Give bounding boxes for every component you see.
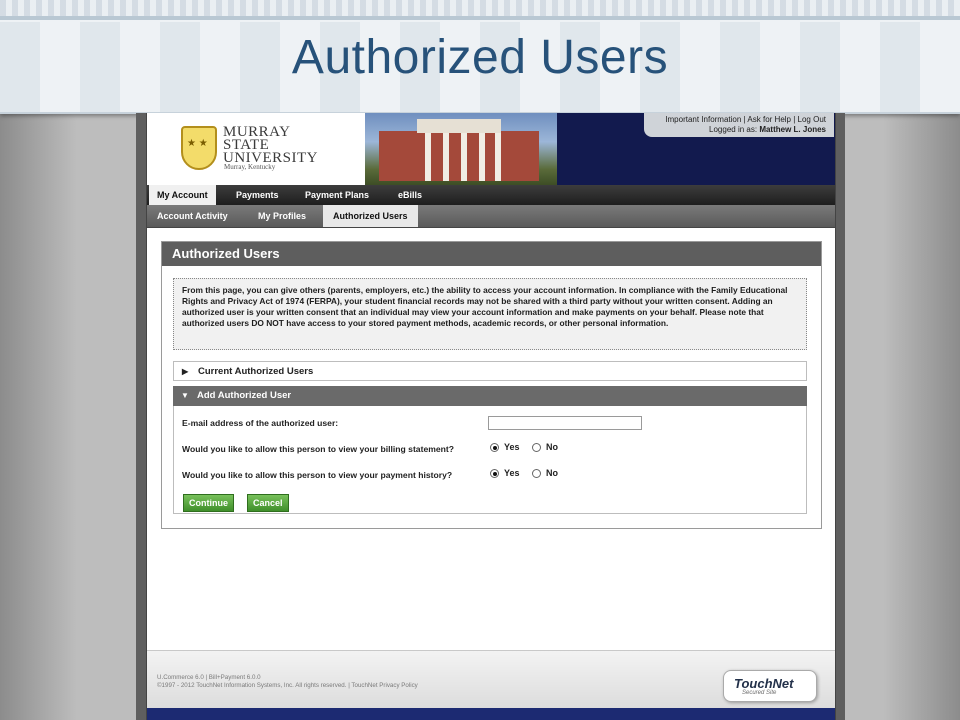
billing-yes-label: Yes [504,442,520,452]
browser-page: MURRAY STATE UNIVERSITY Murray, Kentucky… [146,113,836,720]
continue-button[interactable]: Continue [183,494,234,512]
current-authorized-users-label: Current Authorized Users [198,366,314,377]
campus-column [425,133,431,181]
add-authorized-user-label: Add Authorized User [197,390,292,401]
billing-no-label: No [546,442,559,452]
logged-in-label: Logged in as: [709,125,758,134]
touchnet-logo[interactable]: TouchNet Secured Site [723,670,817,702]
ferpa-notice: From this page, you can give others (par… [173,278,807,350]
primary-nav: My Account Payments Payment Plans eBills [147,185,835,205]
log-out-link[interactable]: Log Out [798,115,826,124]
campus-column [461,133,467,181]
campus-column [495,133,501,181]
slide-header: Authorized Users [0,0,960,114]
history-no-option[interactable]: No [532,468,559,479]
tab-authorized-users[interactable]: Authorized Users [323,205,418,227]
radio-empty-icon [532,469,542,479]
billing-no-option[interactable]: No [532,442,559,453]
page-shadow-right [835,113,845,720]
history-question: Would you like to allow this person to v… [182,470,453,480]
radio-empty-icon [532,443,542,453]
site-footer: U.Commerce 6.0 | Bill+Payment 6.0.0 ©199… [147,650,835,709]
history-no-label: No [546,468,559,478]
secondary-nav: Account Activity My Profiles Authorized … [147,205,835,228]
email-label: E-mail address of the authorized user: [182,418,339,428]
collapse-arrow-icon: ▼ [181,391,189,400]
tab-my-account[interactable]: My Account [149,185,216,205]
crest-icon [181,126,217,170]
footer-copyright: ©1997 - 2012 TouchNet Information System… [157,682,418,689]
add-user-form: E-mail address of the authorized user: W… [173,406,807,514]
panel-title: Authorized Users [162,242,821,266]
billing-radio-group: Yes No [490,442,568,453]
touchnet-brand: TouchNet [734,676,794,691]
user-name: Matthew L. Jones [759,125,826,134]
ask-for-help-link[interactable]: Ask for Help [747,115,791,124]
current-authorized-users-toggle[interactable]: ▶ Current Authorized Users [173,361,807,381]
tab-ebills[interactable]: eBills [390,185,430,205]
slide-stripe [0,0,960,16]
campus-photo [365,113,557,185]
campus-column [443,133,449,181]
add-authorized-user-toggle[interactable]: ▼ Add Authorized User [173,386,807,406]
bottom-bar [147,708,835,720]
site-banner: MURRAY STATE UNIVERSITY Murray, Kentucky… [147,113,835,185]
history-yes-label: Yes [504,468,520,478]
footer-text: U.Commerce 6.0 | Bill+Payment 6.0.0 ©199… [157,674,418,690]
radio-selected-icon [490,443,499,453]
touchnet-secured-site: Secured Site [742,690,777,696]
billing-question: Would you like to allow this person to v… [182,444,455,454]
expand-arrow-icon: ▶ [182,367,189,376]
university-name: MURRAY STATE UNIVERSITY [223,125,318,166]
footer-version: U.Commerce 6.0 | Bill+Payment 6.0.0 [157,674,261,681]
email-field[interactable] [488,416,642,430]
tab-payment-plans[interactable]: Payment Plans [297,185,377,205]
university-location: Murray, Kentucky [224,163,276,171]
campus-roof [417,119,501,133]
billing-yes-option[interactable]: Yes [490,442,520,453]
slide-title: Authorized Users [291,31,669,84]
history-yes-option[interactable]: Yes [490,468,520,479]
page-shadow-left [136,113,146,720]
important-info-link[interactable]: Important Information [665,115,741,124]
tab-my-profiles[interactable]: My Profiles [248,205,316,227]
cancel-button[interactable]: Cancel [247,494,289,512]
campus-column [479,133,485,181]
radio-selected-icon [490,469,499,479]
history-radio-group: Yes No [490,468,568,479]
tab-account-activity[interactable]: Account Activity [147,205,238,227]
slide-stripe-2 [0,16,960,20]
tab-payments[interactable]: Payments [228,185,287,205]
campus-building [379,131,539,181]
utility-bar: Important Information | Ask for Help | L… [644,113,834,137]
university-logo[interactable]: MURRAY STATE UNIVERSITY Murray, Kentucky [147,113,365,185]
authorized-users-panel: Authorized Users From this page, you can… [161,241,822,529]
